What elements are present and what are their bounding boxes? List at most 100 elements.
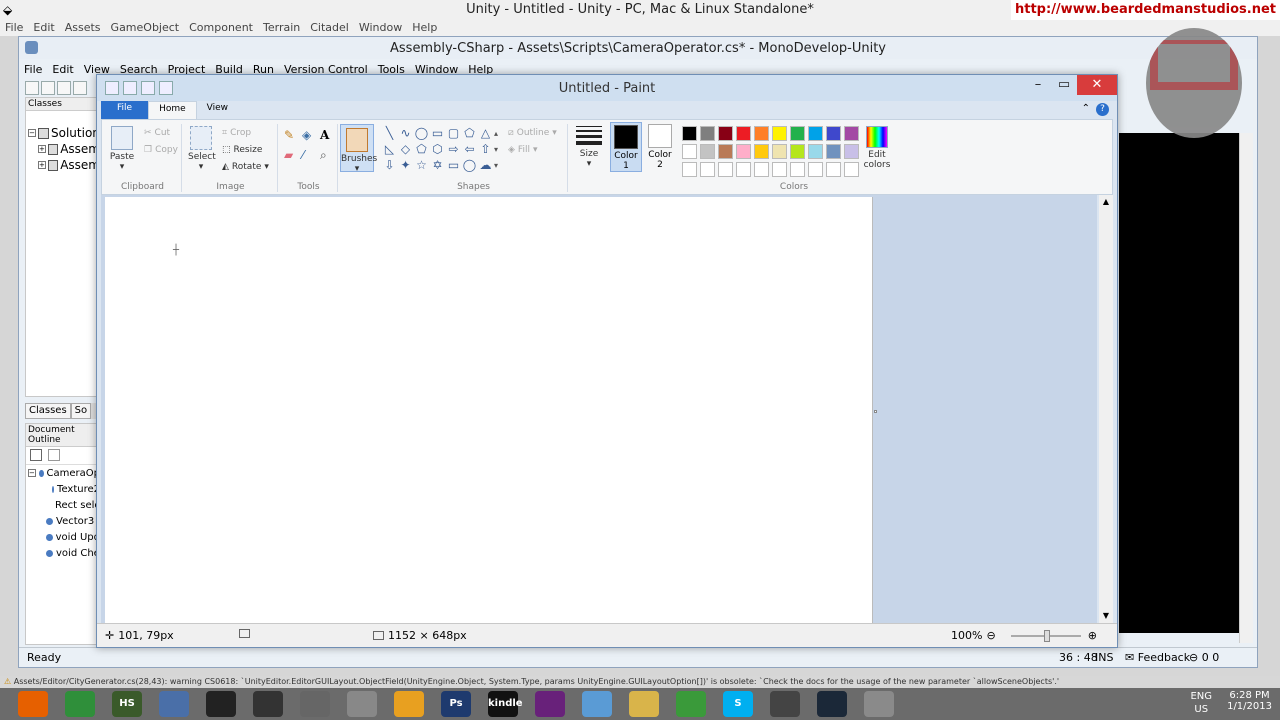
maximize-button[interactable]: ▭ bbox=[1049, 75, 1079, 95]
collapse-ribbon-icon[interactable]: ⌃ bbox=[1082, 103, 1090, 116]
palette-swatch[interactable] bbox=[718, 162, 733, 177]
up-arrow-shape-icon[interactable]: ⇧ bbox=[478, 142, 493, 157]
color-picker-icon[interactable]: ⁄ bbox=[302, 148, 318, 166]
firefox-icon[interactable] bbox=[18, 691, 48, 717]
palette-swatch[interactable] bbox=[790, 162, 805, 177]
feedback-button[interactable]: ✉ Feedback bbox=[1125, 651, 1190, 664]
palette-swatch[interactable] bbox=[844, 126, 859, 141]
callout-shape-icon[interactable]: ▭ bbox=[446, 158, 461, 173]
unity-menu-terrain[interactable]: Terrain bbox=[258, 20, 305, 36]
drawing-canvas[interactable]: ┼ bbox=[105, 197, 873, 623]
eraser-icon[interactable]: ▰ bbox=[284, 148, 300, 166]
hs-icon[interactable]: HS bbox=[112, 691, 142, 717]
left-arrow-shape-icon[interactable]: ⇦ bbox=[462, 142, 477, 157]
zoom-in-button[interactable]: ⊕ bbox=[1088, 629, 1097, 642]
brushes-button[interactable]: Brushes ▾ bbox=[340, 124, 377, 174]
steam-icon[interactable] bbox=[817, 691, 847, 717]
palette-swatch[interactable] bbox=[700, 162, 715, 177]
tab-file[interactable]: File bbox=[101, 101, 149, 119]
six-point-star-shape-icon[interactable]: ✡ bbox=[430, 158, 445, 173]
palette-swatch[interactable] bbox=[844, 144, 859, 159]
rounded-rectangle-shape-icon[interactable]: ▢ bbox=[446, 126, 461, 141]
media-icon[interactable] bbox=[394, 691, 424, 717]
calc-icon[interactable] bbox=[347, 691, 377, 717]
zoom-slider[interactable] bbox=[1011, 630, 1081, 642]
edit-colors-button[interactable]: Edit colors bbox=[860, 126, 894, 170]
triangle-shape-icon[interactable]: △ bbox=[478, 126, 493, 141]
outline-item[interactable]: − CameraOp bbox=[26, 465, 100, 481]
crop-button[interactable]: ⌗ Crop bbox=[222, 128, 251, 138]
chrome-icon[interactable] bbox=[676, 691, 706, 717]
close-button[interactable]: ✕ bbox=[1077, 75, 1117, 95]
app7-icon[interactable] bbox=[300, 691, 330, 717]
outline-button[interactable]: ⧄ Outline ▾ bbox=[508, 128, 557, 138]
save-all-icon[interactable] bbox=[73, 81, 87, 95]
palette-swatch[interactable] bbox=[826, 162, 841, 177]
tree-node-assembly[interactable]: + Assem bbox=[26, 157, 100, 173]
color1-selector[interactable]: Color 1 bbox=[610, 122, 642, 172]
right-triangle-shape-icon[interactable]: ◺ bbox=[382, 142, 397, 157]
tab-classes[interactable]: Classes bbox=[25, 403, 71, 419]
canvas-resize-handle[interactable] bbox=[874, 410, 877, 413]
magnifier-icon[interactable]: ⌕ bbox=[320, 148, 336, 166]
unity-menu-assets[interactable]: Assets bbox=[60, 20, 106, 36]
copy-button[interactable]: ❐ Copy bbox=[144, 145, 178, 155]
palette-swatch[interactable] bbox=[808, 144, 823, 159]
tree-node-assembly[interactable]: + Assem bbox=[26, 141, 100, 157]
zoom-in-icon[interactable]: ⊕ bbox=[1088, 629, 1097, 642]
folder-icon[interactable] bbox=[629, 691, 659, 717]
palette-swatch[interactable] bbox=[682, 162, 697, 177]
unity-menu-gameobject[interactable]: GameObject bbox=[106, 20, 185, 36]
unity-icon[interactable] bbox=[206, 691, 236, 717]
palette-swatch[interactable] bbox=[826, 144, 841, 159]
tree-node-solution[interactable]: − Solution bbox=[26, 125, 100, 141]
help-icon[interactable]: ? bbox=[1096, 103, 1109, 116]
fill-bucket-icon[interactable]: ◈ bbox=[302, 128, 318, 146]
unity-menu-window[interactable]: Window bbox=[354, 20, 407, 36]
tab-view[interactable]: View bbox=[197, 101, 238, 119]
palette-swatch[interactable] bbox=[700, 144, 715, 159]
open-folder-icon[interactable] bbox=[41, 81, 55, 95]
expand-icon[interactable]: + bbox=[38, 145, 46, 153]
unity-menu-file[interactable]: File bbox=[0, 20, 28, 36]
canvas-vertical-scrollbar[interactable]: ▲ ▼ bbox=[1099, 195, 1113, 623]
paint-icon[interactable] bbox=[864, 691, 894, 717]
palette-swatch[interactable] bbox=[808, 162, 823, 177]
palette-swatch[interactable] bbox=[754, 126, 769, 141]
unity-menu-citadel[interactable]: Citadel bbox=[305, 20, 354, 36]
palette-swatch[interactable] bbox=[700, 126, 715, 141]
settings-icon[interactable] bbox=[48, 449, 60, 461]
tab-home[interactable]: Home bbox=[148, 101, 197, 119]
right-arrow-shape-icon[interactable]: ⇨ bbox=[446, 142, 461, 157]
palette-swatch[interactable] bbox=[772, 126, 787, 141]
app17-icon[interactable] bbox=[770, 691, 800, 717]
cloud-callout-shape-icon[interactable]: ☁ bbox=[478, 158, 493, 173]
collapse-icon[interactable]: − bbox=[28, 469, 36, 477]
palette-swatch[interactable] bbox=[790, 144, 805, 159]
scroll-down-icon[interactable]: ▼ bbox=[1099, 609, 1113, 623]
oval-shape-icon[interactable]: ◯ bbox=[414, 126, 429, 141]
zoom-slider-thumb[interactable] bbox=[1044, 630, 1050, 642]
unity2-icon[interactable] bbox=[253, 691, 283, 717]
outline-item[interactable]: void Upd bbox=[26, 529, 100, 545]
size-button[interactable]: Size ▾ bbox=[572, 124, 606, 169]
error-counts[interactable]: ⊖ 0 0 bbox=[1189, 651, 1219, 664]
paste-button[interactable]: Paste ▾ bbox=[108, 126, 136, 172]
palette-swatch[interactable] bbox=[754, 162, 769, 177]
outline-item[interactable]: Texture2 bbox=[26, 481, 100, 497]
outline-item[interactable]: Vector3 bbox=[26, 513, 100, 529]
palette-swatch[interactable] bbox=[772, 144, 787, 159]
list-view-icon[interactable] bbox=[30, 449, 42, 461]
tab-solution[interactable]: So bbox=[70, 403, 92, 419]
skype-icon[interactable]: S bbox=[723, 691, 753, 717]
console-warning[interactable]: ⚠ Assets/Editor/CityGenerator.cs(28,43):… bbox=[0, 676, 1280, 688]
unity-menu-help[interactable]: Help bbox=[407, 20, 442, 36]
editor-scrollbar[interactable] bbox=[1239, 133, 1253, 643]
unity-menu-edit[interactable]: Edit bbox=[28, 20, 59, 36]
outline-item[interactable]: void Che bbox=[26, 545, 100, 561]
hexagon-shape-icon[interactable]: ⬡ bbox=[430, 142, 445, 157]
down-arrow-shape-icon[interactable]: ⇩ bbox=[382, 158, 397, 173]
resize-button[interactable]: ⬚ Resize bbox=[222, 145, 262, 155]
four-point-star-shape-icon[interactable]: ✦ bbox=[398, 158, 413, 173]
palette-swatch[interactable] bbox=[790, 126, 805, 141]
